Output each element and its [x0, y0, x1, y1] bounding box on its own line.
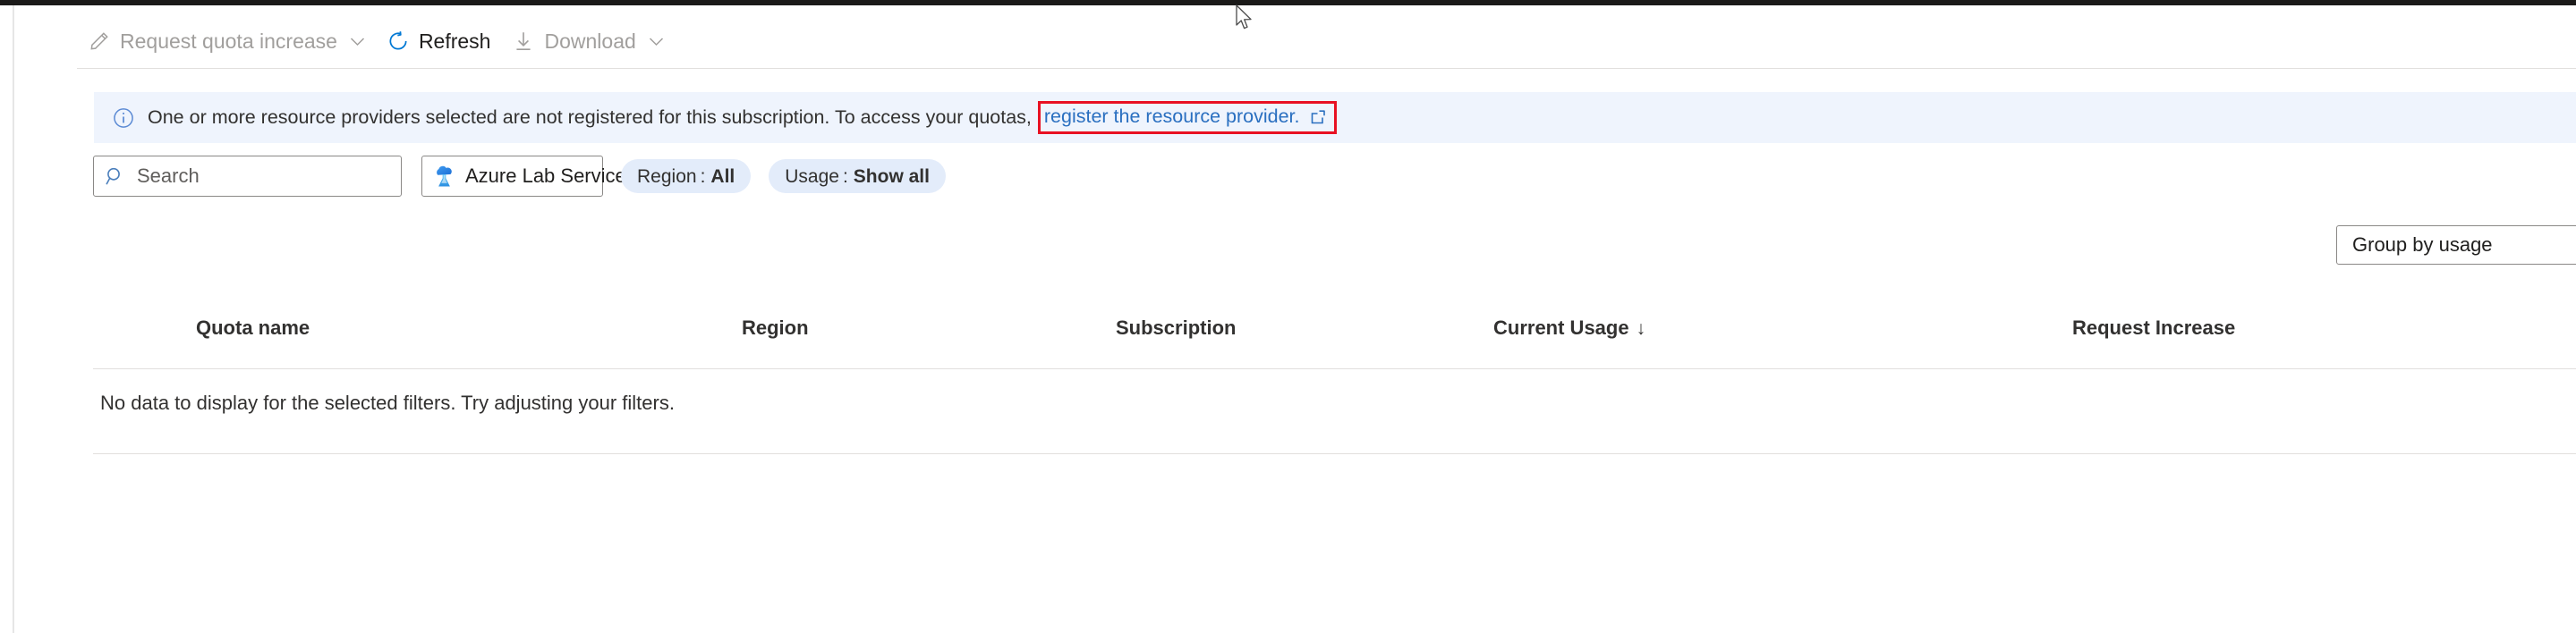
download-label: Download [544, 29, 636, 53]
provider-filter-dropdown[interactable]: Azure Lab Services [421, 156, 660, 197]
provider-filter-label: Azure Lab Services [465, 165, 636, 187]
table-header-divider [93, 368, 2576, 369]
notification-message: One or more resource providers selected … [148, 106, 1032, 128]
command-bar: Request quota increase Refresh Download [77, 21, 675, 61]
column-header-subscription[interactable]: Subscription [1116, 318, 1236, 338]
info-icon [112, 106, 135, 130]
quotas-table: Quota name Region Subscription Current U… [93, 304, 2576, 454]
refresh-button[interactable]: Refresh [376, 21, 502, 61]
pencil-icon [88, 30, 111, 53]
sort-descending-icon: ↓ [1636, 317, 1646, 339]
filter-row: Azure Lab Services Region : All Usage : … [93, 156, 946, 197]
search-box[interactable] [93, 156, 402, 197]
region-filter-separator: : [700, 165, 706, 187]
external-link-icon [1309, 108, 1327, 126]
registration-notification-bar: One or more resource providers selected … [94, 92, 2576, 143]
usage-filter-value: Show all [853, 165, 930, 187]
column-header-quota-name[interactable]: Quota name [196, 318, 310, 338]
region-filter-value: All [710, 165, 735, 187]
request-quota-increase-label: Request quota increase [120, 29, 337, 53]
region-filter-pill[interactable]: Region : All [621, 159, 752, 193]
azure-lab-services-icon [432, 165, 456, 189]
request-quota-increase-button[interactable]: Request quota increase [77, 21, 376, 61]
search-icon [105, 165, 126, 187]
register-resource-provider-highlight: register the resource provider. [1037, 101, 1337, 134]
command-bar-divider [77, 68, 2576, 69]
left-rail [0, 5, 14, 633]
empty-state-message: No data to display for the selected filt… [100, 392, 675, 414]
table-header-row: Quota name Region Subscription Current U… [93, 304, 2576, 365]
download-button[interactable]: Download [501, 21, 674, 61]
search-input[interactable] [137, 165, 390, 188]
table-bottom-divider [93, 453, 2576, 454]
column-header-request-increase[interactable]: Request Increase [2072, 318, 2235, 338]
chevron-down-icon [350, 37, 365, 46]
usage-filter-separator: : [842, 165, 848, 187]
register-resource-provider-link[interactable]: register the resource provider. [1044, 107, 1300, 127]
chevron-down-icon [649, 37, 664, 46]
group-by-usage-label: Group by usage [2352, 233, 2493, 256]
usage-filter-key: Usage [785, 165, 839, 187]
region-filter-key: Region [637, 165, 697, 187]
column-header-region[interactable]: Region [742, 318, 809, 338]
group-by-usage-dropdown[interactable]: Group by usage [2336, 225, 2576, 265]
refresh-icon [387, 30, 410, 53]
download-icon [512, 30, 535, 53]
refresh-label: Refresh [418, 29, 491, 53]
usage-filter-pill[interactable]: Usage : Show all [769, 159, 946, 193]
column-header-current-usage-label: Current Usage [1493, 316, 1629, 339]
column-header-current-usage[interactable]: Current Usage ↓ [1493, 318, 1645, 338]
